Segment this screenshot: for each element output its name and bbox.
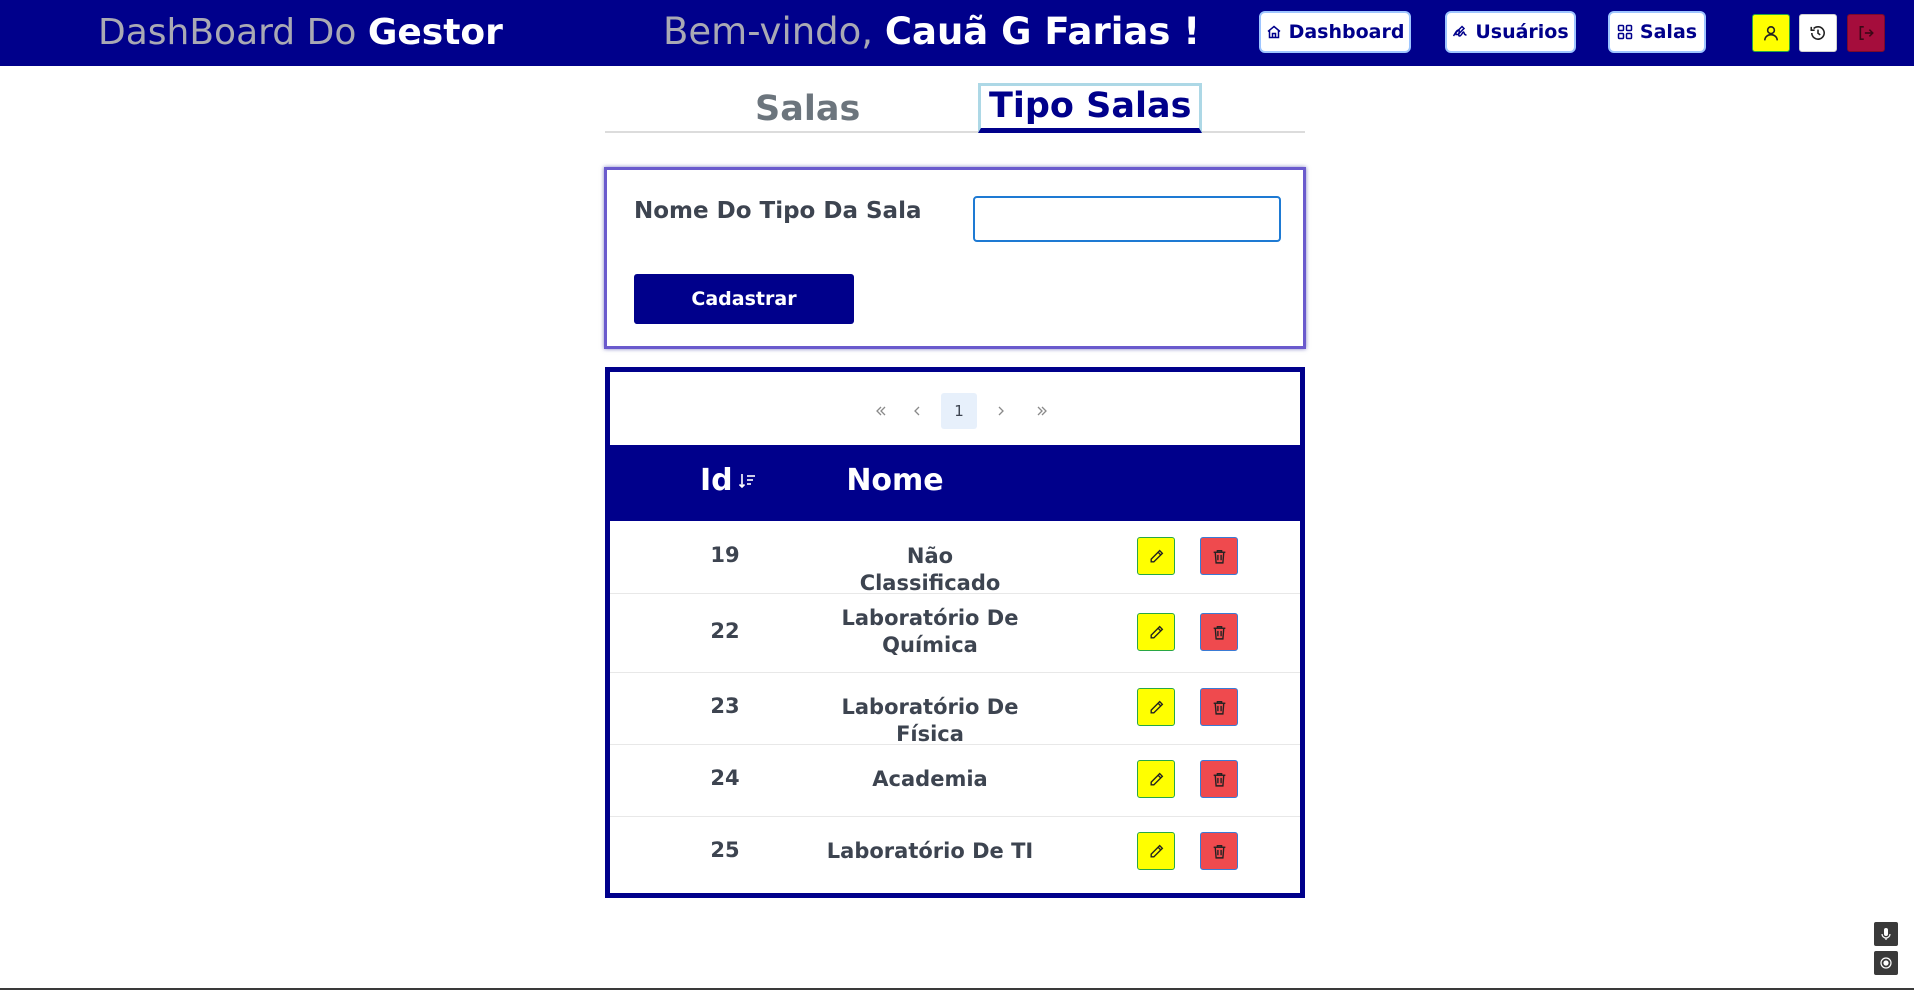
- nav-dashboard-label: Dashboard: [1288, 21, 1405, 43]
- last-page-button[interactable]: [1024, 393, 1060, 429]
- prev-page-button[interactable]: [899, 393, 935, 429]
- tab-salas[interactable]: Salas: [755, 89, 860, 129]
- row-id: 19: [710, 543, 740, 567]
- next-page-button[interactable]: [983, 393, 1019, 429]
- table-row: 24 Academia: [610, 744, 1300, 817]
- page-number-current[interactable]: 1: [941, 393, 977, 429]
- delete-button[interactable]: [1200, 832, 1238, 870]
- chevron-right-icon: [998, 406, 1004, 416]
- nav-dashboard-button[interactable]: Dashboard: [1259, 11, 1411, 53]
- row-id: 24: [710, 766, 740, 790]
- pencil-icon: [1149, 549, 1163, 563]
- room-type-name-input[interactable]: [973, 196, 1281, 242]
- room-type-name-label: Nome Do Tipo Da Sala: [634, 198, 922, 224]
- microphone-button[interactable]: [1874, 922, 1898, 946]
- trash-icon: [1213, 772, 1225, 787]
- nav-salas-button[interactable]: Salas: [1608, 11, 1706, 53]
- row-nome: Academia: [872, 767, 988, 791]
- chevron-left-icon: [914, 406, 920, 416]
- trash-icon: [1213, 700, 1225, 715]
- history-icon: [1810, 26, 1825, 40]
- welcome-prefix: Bem-vindo,: [663, 10, 874, 53]
- logout-button[interactable]: [1847, 14, 1885, 52]
- row-nome: Laboratório De Física: [841, 695, 1019, 746]
- cadastrar-button[interactable]: Cadastrar: [634, 274, 854, 324]
- top-navbar: DashBoard Do Gestor Bem-vindo, Cauã G Fa…: [0, 0, 1914, 66]
- pencil-icon: [1149, 700, 1163, 714]
- chevrons-left-icon: [876, 406, 886, 416]
- nav-salas-label: Salas: [1639, 21, 1698, 43]
- delete-button[interactable]: [1200, 613, 1238, 651]
- nav-usuarios-button[interactable]: Usuários: [1445, 11, 1576, 53]
- trash-icon: [1213, 625, 1225, 640]
- column-header-nome[interactable]: Nome: [750, 463, 1040, 498]
- edit-button[interactable]: [1137, 688, 1175, 726]
- first-page-button[interactable]: [863, 393, 899, 429]
- history-button[interactable]: [1799, 14, 1837, 52]
- trash-icon: [1213, 844, 1225, 859]
- brand-strong: Gestor: [367, 12, 503, 53]
- row-nome: Laboratório De Química: [841, 606, 1019, 657]
- tabs-bar: Salas Tipo Salas: [605, 80, 1305, 133]
- home-icon: [1267, 25, 1281, 39]
- table-row: 23 Laboratório De Física: [610, 672, 1300, 746]
- delete-button[interactable]: [1200, 688, 1238, 726]
- pencil-icon: [1149, 844, 1163, 858]
- column-id-label: Id: [700, 463, 733, 498]
- signature-icon: [1453, 25, 1467, 37]
- pencil-icon: [1149, 772, 1163, 786]
- row-nome: Laboratório De TI: [826, 839, 1034, 863]
- table-row: 25 Laboratório De TI: [610, 816, 1300, 888]
- target-button[interactable]: [1874, 951, 1898, 975]
- grid-icon: [1617, 24, 1633, 40]
- welcome-message: Bem-vindo, Cauã G Farias !: [663, 8, 1200, 56]
- delete-button[interactable]: [1200, 760, 1238, 798]
- edit-button[interactable]: [1137, 537, 1175, 575]
- row-nome: Não Classificado: [859, 544, 1001, 595]
- logout-icon: [1859, 26, 1874, 40]
- chevrons-right-icon: [1037, 406, 1047, 416]
- nav-usuarios-label: Usuários: [1475, 21, 1569, 43]
- table-row: 22 Laboratório De Química: [610, 593, 1300, 673]
- tab-tipo-salas[interactable]: Tipo Salas: [978, 83, 1203, 133]
- delete-button[interactable]: [1200, 537, 1238, 575]
- table-row: 19 Não Classificado: [610, 521, 1300, 595]
- register-form-card: Nome Do Tipo Da Sala Cadastrar: [604, 167, 1306, 349]
- brand-prefix: DashBoard Do: [98, 12, 357, 53]
- trash-icon: [1213, 549, 1225, 564]
- user-icon: [1764, 26, 1778, 41]
- row-id: 22: [710, 619, 740, 643]
- table-header: Id Nome: [610, 445, 1300, 521]
- edit-button[interactable]: [1137, 760, 1175, 798]
- edit-button[interactable]: [1137, 613, 1175, 651]
- row-id: 23: [710, 694, 740, 718]
- dashboard-title: DashBoard Do Gestor: [98, 10, 503, 56]
- target-icon: [1880, 957, 1892, 969]
- row-id: 25: [710, 838, 740, 862]
- pencil-icon: [1149, 625, 1163, 639]
- edit-button[interactable]: [1137, 832, 1175, 870]
- pagination: 1: [610, 372, 1300, 445]
- welcome-user-name: Cauã G Farias !: [884, 10, 1201, 53]
- room-types-table-card: 1 Id Nome 19 Não Classificado 22 Laborat…: [605, 367, 1305, 898]
- microphone-icon: [1881, 928, 1891, 940]
- column-header-id[interactable]: Id: [700, 463, 757, 498]
- profile-button[interactable]: [1752, 14, 1790, 52]
